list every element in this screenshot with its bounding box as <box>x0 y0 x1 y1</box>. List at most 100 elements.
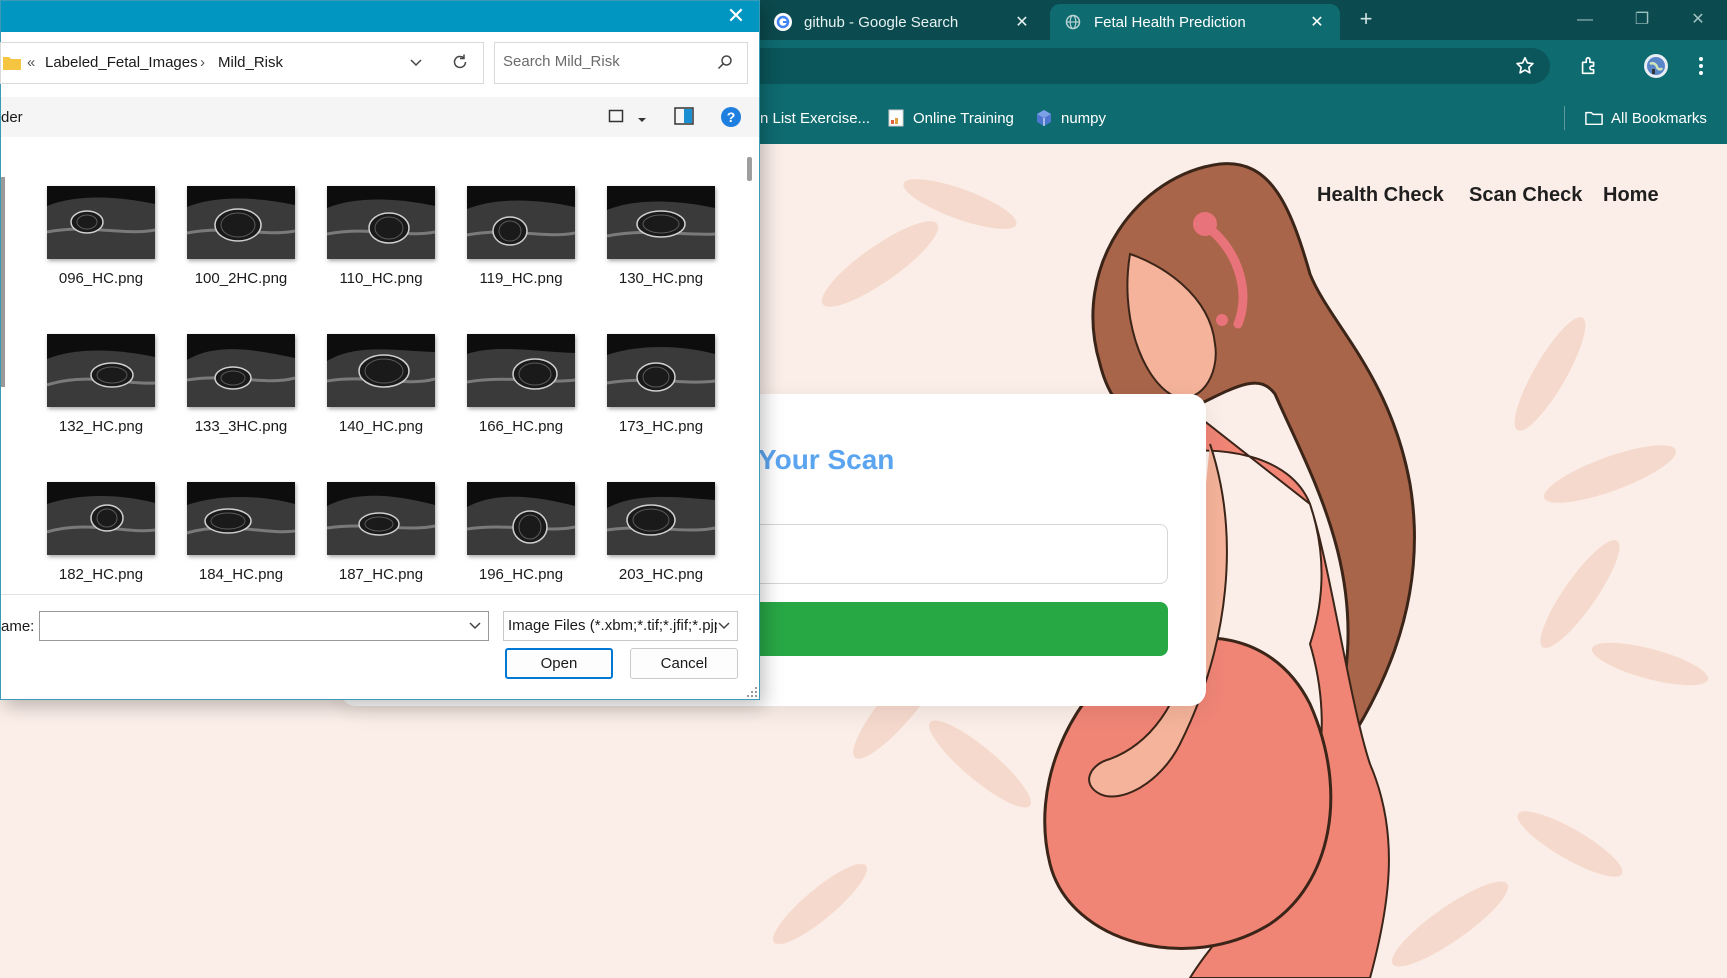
file-thumbnail-item[interactable]: 119_HC.png <box>451 186 591 306</box>
cancel-button[interactable]: Cancel <box>630 648 738 679</box>
view-options-chevron-icon[interactable] <box>637 111 647 129</box>
ultrasound-thumbnail-image <box>47 334 155 407</box>
vertical-scrollbar[interactable] <box>747 157 752 181</box>
globe-icon <box>1064 13 1082 31</box>
file-thumbnail-item[interactable]: 196_HC.png <box>451 482 591 594</box>
file-name-label: 203_HC.png <box>618 566 704 583</box>
file-thumbnail-item[interactable]: 184_HC.png <box>171 482 311 594</box>
minimize-icon[interactable]: — <box>1565 6 1605 34</box>
file-thumbnail-item[interactable]: 140_HC.png <box>311 334 451 454</box>
extensions-icon[interactable] <box>1573 50 1605 82</box>
chevron-right-icon: › <box>200 54 205 71</box>
nav-health-check[interactable]: Health Check <box>1317 184 1444 207</box>
close-icon[interactable]: ✕ <box>1013 12 1031 32</box>
nav-scan-check[interactable]: Scan Check <box>1469 184 1582 207</box>
bookmark-online-training[interactable]: Online Training <box>887 106 1014 130</box>
all-bookmarks-button[interactable]: All Bookmarks <box>1585 106 1707 130</box>
navigation-pane-edge[interactable] <box>1 177 5 387</box>
nav-home[interactable]: Home <box>1603 184 1659 207</box>
search-input[interactable] <box>503 53 703 70</box>
breadcrumb-subfolder[interactable]: Mild_Risk <box>218 54 283 71</box>
dialog-divider <box>1 594 759 595</box>
ultrasound-thumbnail-image <box>327 482 435 555</box>
file-thumbnail-item[interactable]: 130_HC.png <box>591 186 731 306</box>
file-name-label: 100_2HC.png <box>194 270 288 287</box>
file-thumbnail-item[interactable]: 133_3HC.png <box>171 334 311 454</box>
cube-icon <box>1035 109 1053 127</box>
chevron-down-icon <box>717 618 731 632</box>
bookmark-list-exercise[interactable]: n List Exercise... <box>760 106 870 130</box>
file-name-label: 133_3HC.png <box>194 418 288 435</box>
ultrasound-thumbnail-image <box>607 334 715 407</box>
file-thumbnail-item[interactable]: 173_HC.png <box>591 334 731 454</box>
ultrasound-thumbnail-image <box>187 334 295 407</box>
star-icon[interactable] <box>1509 50 1541 82</box>
ultrasound-thumbnail-image <box>47 186 155 259</box>
chevron-down-icon[interactable] <box>468 618 482 632</box>
breadcrumb-folder[interactable]: Labeled_Fetal_Images <box>45 54 198 71</box>
file-thumbnail-item[interactable]: 096_HC.png <box>31 186 171 306</box>
ultrasound-thumbnail-image <box>467 186 575 259</box>
menu-icon[interactable] <box>1685 50 1717 82</box>
ultrasound-thumbnail-image <box>327 186 435 259</box>
new-tab-button[interactable]: + <box>1352 6 1380 34</box>
bookmark-numpy[interactable]: numpy <box>1035 106 1106 130</box>
file-name-label: 110_HC.png <box>339 270 423 287</box>
file-type-select[interactable]: Image Files (*.xbm;*.tif;*.jfif;*.pjp <box>503 611 738 641</box>
view-icon[interactable] <box>608 108 624 129</box>
site-nav: Health Check Scan Check Home <box>1317 184 1727 220</box>
file-thumbnail-item[interactable]: 182_HC.png <box>31 482 171 594</box>
all-bookmarks-label: All Bookmarks <box>1611 109 1707 127</box>
ultrasound-thumbnail-image <box>607 482 715 555</box>
close-icon[interactable]: ✕ <box>723 3 749 29</box>
file-thumbnail-item[interactable]: 110_HC.png <box>311 186 451 306</box>
search-icon[interactable] <box>717 54 733 75</box>
ultrasound-thumbnail-image <box>47 482 155 555</box>
bookmarks-divider <box>1564 106 1565 130</box>
file-thumbnail-item[interactable]: 100_2HC.png <box>171 186 311 306</box>
file-name-label: 096_HC.png <box>58 270 144 287</box>
tab-fetal-health[interactable]: Fetal Health Prediction ✕ <box>1050 4 1340 40</box>
dialog-titlebar[interactable]: ✕ <box>1 1 759 32</box>
bookmark-label: n List Exercise... <box>760 109 871 127</box>
restore-icon[interactable]: ❐ <box>1622 6 1662 34</box>
tab-google-search[interactable]: github - Google Search ✕ <box>760 4 1045 40</box>
file-name-label: 140_HC.png <box>338 418 424 435</box>
close-icon[interactable]: ✕ <box>1308 12 1326 32</box>
folder-icon <box>3 56 21 75</box>
breadcrumb-overflow[interactable]: « <box>27 54 35 71</box>
file-thumbnail-item[interactable]: 187_HC.png <box>311 482 451 594</box>
refresh-icon[interactable] <box>451 53 469 76</box>
search-box[interactable] <box>494 42 748 84</box>
ultrasound-thumbnail-image <box>467 482 575 555</box>
svg-text:?: ? <box>727 109 736 125</box>
folder-address-bar[interactable]: « Labeled_Fetal_Images › Mild_Risk <box>0 42 484 84</box>
profile-avatar[interactable] <box>1640 50 1672 82</box>
file-name-label: 187_HC.png <box>338 566 424 583</box>
file-thumbnail-item[interactable]: 203_HC.png <box>591 482 731 594</box>
help-icon[interactable]: ? <box>720 106 742 133</box>
page-icon <box>887 109 905 127</box>
file-thumbnail-item[interactable]: 166_HC.png <box>451 334 591 454</box>
filename-label: ame: <box>1 618 35 635</box>
preview-pane-icon[interactable] <box>674 107 694 130</box>
folder-icon <box>1585 109 1603 127</box>
google-g-icon <box>774 13 792 31</box>
tab-title: github - Google Search <box>804 13 959 31</box>
ultrasound-thumbnail-image <box>187 482 295 555</box>
chevron-down-icon[interactable] <box>409 55 423 74</box>
file-type-value: Image Files (*.xbm;*.tif;*.jfif;*.pjp <box>508 617 723 634</box>
ultrasound-thumbnail-image <box>467 334 575 407</box>
resize-grip-icon[interactable] <box>747 687 757 697</box>
ultrasound-thumbnail-image <box>187 186 295 259</box>
card-title: Your Scan <box>758 444 895 475</box>
new-folder-button[interactable]: der <box>1 109 23 126</box>
open-button[interactable]: Open <box>505 648 613 679</box>
bookmark-label: Online Training <box>913 109 1014 127</box>
window-close-icon[interactable]: ✕ <box>1678 6 1718 34</box>
file-name-label: 119_HC.png <box>479 270 563 287</box>
file-thumbnail-item[interactable]: 132_HC.png <box>31 334 171 454</box>
open-file-dialog: ✕ « Labeled_Fetal_Images › Mild_Risk der <box>0 0 760 700</box>
bookmark-label: numpy <box>1061 109 1107 127</box>
filename-field[interactable] <box>39 611 489 641</box>
